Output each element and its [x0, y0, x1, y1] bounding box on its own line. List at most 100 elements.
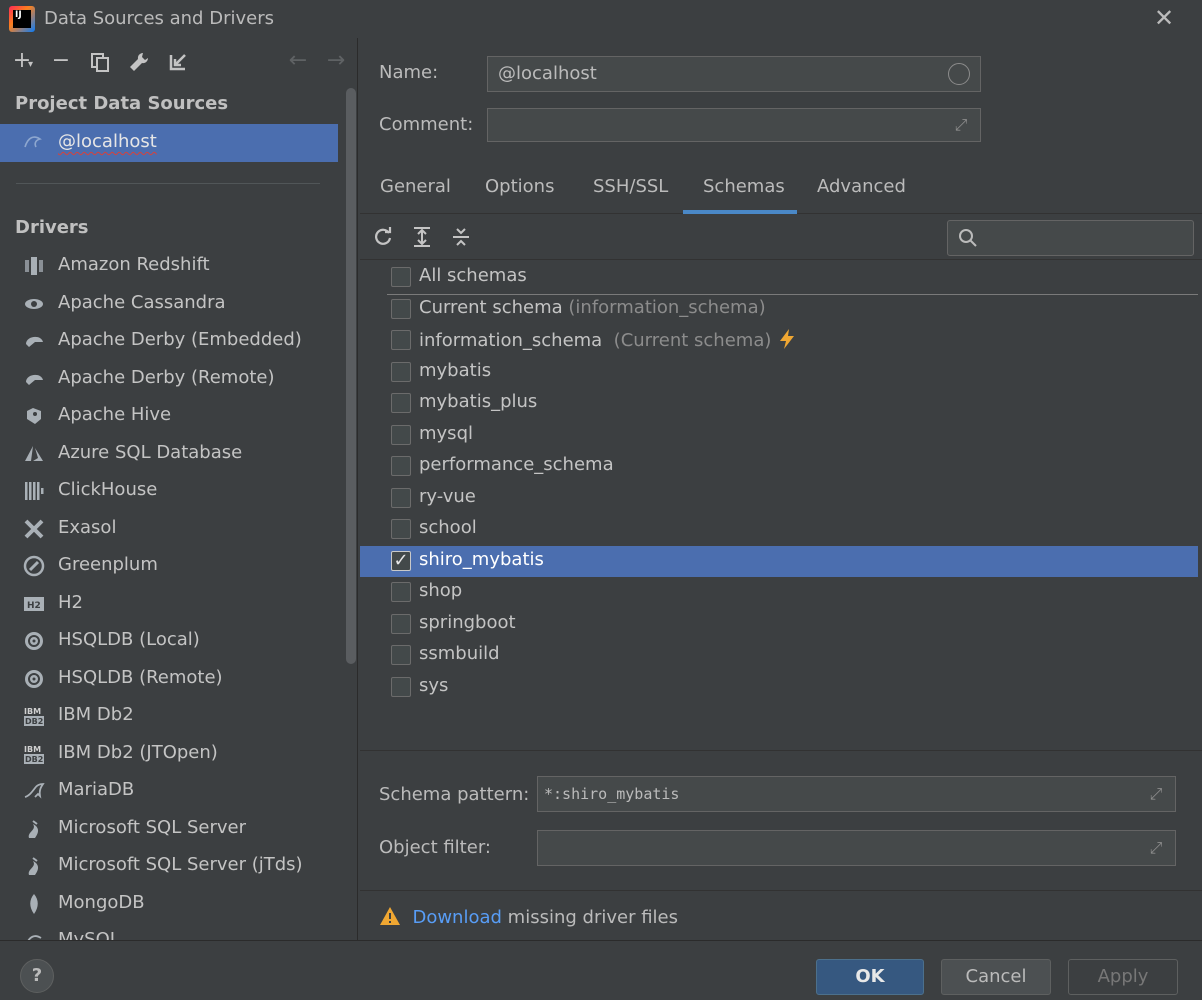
plus-icon[interactable]: + ▾ [8, 46, 36, 78]
schema-checkbox[interactable] [391, 645, 411, 665]
all-schemas-checkbox[interactable] [391, 267, 411, 287]
download-link[interactable]: Download [412, 907, 501, 928]
tab-options[interactable]: Options [485, 176, 554, 197]
svg-text:IBM: IBM [24, 745, 41, 754]
expand-all-icon[interactable] [411, 226, 433, 253]
azure-icon [22, 443, 46, 467]
schema-checkbox[interactable] [391, 362, 411, 382]
driver-item-mongodb[interactable]: MongoDB [0, 886, 340, 924]
schema-checkbox[interactable] [391, 582, 411, 602]
apply-button[interactable]: Apply [1068, 959, 1178, 995]
data-source-label: @localhost [58, 131, 157, 152]
expand-icon[interactable]: ⤢ [1145, 837, 1167, 859]
schema-row-performance-schema[interactable]: performance_schema [360, 451, 1198, 482]
schema-row-ry-vue[interactable]: ry-vue [360, 483, 1198, 514]
schema-row-springboot[interactable]: springboot [360, 609, 1198, 640]
driver-item-greenplum[interactable]: Greenplum [0, 548, 340, 586]
tab-general[interactable]: General [380, 176, 451, 197]
data-source-item[interactable]: @localhost [0, 124, 338, 162]
import-icon[interactable] [164, 46, 192, 78]
arrow-right-icon[interactable]: → [322, 46, 350, 78]
ok-button[interactable]: OK [816, 959, 924, 995]
tab-schemas[interactable]: Schemas [703, 176, 785, 197]
lightning-icon [780, 329, 795, 349]
sqlserver-icon [22, 818, 46, 842]
driver-item-microsoft-sql-server[interactable]: Microsoft SQL Server [0, 811, 340, 849]
left-scrollbar[interactable] [346, 88, 356, 664]
driver-item-apache-hive[interactable]: Apache Hive [0, 398, 340, 436]
driver-item-h2[interactable]: H2 H2 [0, 586, 340, 624]
current-schema-row[interactable]: Current schema (information_schema) [360, 294, 1198, 325]
exasol-icon [22, 518, 46, 542]
schema-checkbox[interactable] [391, 456, 411, 476]
driver-item-ibm-db2-jtopen[interactable]: IBM DB2 IBM Db2 (JTOpen) [0, 736, 340, 774]
schema-row-sys[interactable]: sys [360, 672, 1198, 703]
schema-checkbox[interactable] [391, 330, 411, 350]
driver-item-exasol[interactable]: Exasol [0, 511, 340, 549]
drivers-header: Drivers [15, 217, 89, 238]
schema-pattern-field[interactable]: *:shiro_mybatis ⤢ [537, 776, 1176, 812]
schema-row-mybatis-plus[interactable]: mybatis_plus [360, 388, 1198, 419]
expand-icon[interactable]: ⤢ [1145, 783, 1167, 805]
left-panel: + ▾ − ← → Project Data Sources @localhost… [0, 38, 358, 940]
wrench-icon[interactable] [125, 46, 153, 78]
cassandra-icon [22, 293, 46, 317]
schema-row-information-schema[interactable]: information_schema (Current schema) [360, 325, 1198, 356]
schema-row-shop[interactable]: shop [360, 577, 1198, 608]
copy-icon[interactable] [86, 46, 114, 78]
tab-advanced[interactable]: Advanced [817, 176, 906, 197]
comment-field[interactable]: ⤢ [487, 108, 981, 142]
schema-row-shiro-mybatis[interactable]: ✓ shiro_mybatis [360, 546, 1198, 577]
schema-checkbox[interactable] [391, 425, 411, 445]
hsqldb-icon [22, 668, 46, 692]
driver-item-clickhouse[interactable]: ClickHouse [0, 473, 340, 511]
tab-ssh-ssl[interactable]: SSH/SSL [593, 176, 668, 197]
mongodb-icon [22, 893, 46, 917]
schema-checkbox[interactable] [391, 488, 411, 508]
schema-checkbox[interactable]: ✓ [391, 551, 411, 571]
mariadb-icon [22, 780, 46, 804]
driver-item-hsqldb-remote[interactable]: HSQLDB (Remote) [0, 661, 340, 699]
schema-search-input[interactable] [947, 220, 1194, 256]
current-schema-checkbox[interactable] [391, 299, 411, 319]
name-field[interactable]: @localhost [487, 56, 981, 92]
help-button[interactable]: ? [20, 959, 54, 993]
minus-icon[interactable]: − [47, 46, 75, 78]
svg-text:DB2: DB2 [25, 717, 43, 726]
close-icon[interactable]: ✕ [1150, 4, 1178, 32]
all-schemas-row[interactable]: All schemas [360, 262, 1198, 293]
driver-item-mariadb[interactable]: MariaDB [0, 773, 340, 811]
driver-item-amazon-redshift[interactable]: Amazon Redshift [0, 248, 340, 286]
title-bar: IJ Data Sources and Drivers ✕ [0, 0, 1202, 38]
schema-checkbox[interactable] [391, 614, 411, 634]
collapse-all-icon[interactable] [450, 226, 472, 253]
driver-item-azure-sql-database[interactable]: Azure SQL Database [0, 436, 340, 474]
driver-item-hsqldb-local[interactable]: HSQLDB (Local) [0, 623, 340, 661]
schema-checkbox[interactable] [391, 393, 411, 413]
schema-row-school[interactable]: school [360, 514, 1198, 545]
expand-icon[interactable]: ⤢ [950, 114, 972, 136]
schema-checkbox[interactable] [391, 677, 411, 697]
refresh-icon[interactable] [372, 226, 394, 253]
cancel-button[interactable]: Cancel [941, 959, 1051, 995]
active-tab-indicator [683, 210, 797, 214]
color-circle-icon[interactable] [948, 63, 970, 85]
object-filter-field[interactable]: ⤢ [537, 830, 1176, 866]
driver-item-apache-derby-embedded[interactable]: Apache Derby (Embedded) [0, 323, 340, 361]
svg-text:H2: H2 [27, 601, 41, 611]
schema-row-ssmbuild[interactable]: ssmbuild [360, 640, 1198, 671]
schema-row-mysql[interactable]: mysql [360, 420, 1198, 451]
driver-item-apache-cassandra[interactable]: Apache Cassandra [0, 286, 340, 324]
driver-item-ibm-db2[interactable]: IBM DB2 IBM Db2 [0, 698, 340, 736]
sqlserver-icon [22, 855, 46, 879]
driver-item-apache-derby-remote[interactable]: Apache Derby (Remote) [0, 361, 340, 399]
driver-item-microsoft-sql-server-jtds[interactable]: Microsoft SQL Server (jTds) [0, 848, 340, 886]
schema-row-mybatis[interactable]: mybatis [360, 357, 1198, 388]
arrow-left-icon[interactable]: ← [284, 46, 312, 78]
schema-checkbox[interactable] [391, 519, 411, 539]
driver-item-mysql[interactable]: MySQL [0, 923, 340, 940]
divider [360, 890, 1202, 891]
right-panel: Name: @localhost Comment: ⤢ General Opti… [360, 38, 1202, 940]
driver-list: Amazon Redshift Apache Cassandra Apache … [0, 248, 340, 940]
db2-icon: IBM DB2 [22, 705, 46, 729]
